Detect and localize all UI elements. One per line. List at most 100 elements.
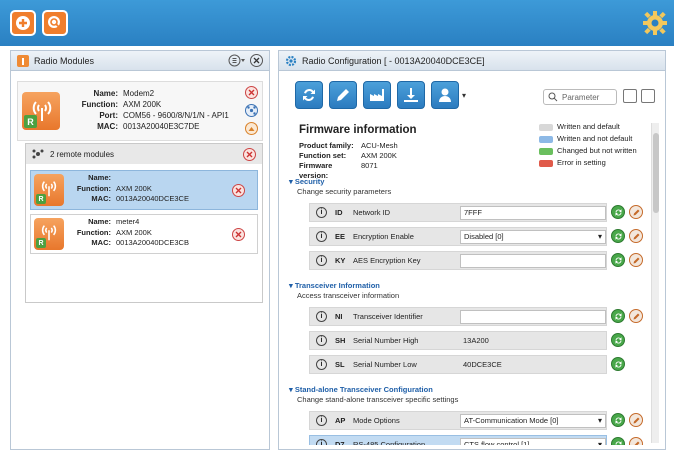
info-icon[interactable]: i	[316, 231, 327, 242]
remove-remote-button[interactable]	[232, 184, 245, 197]
local-module-card[interactable]: R Name: Modem2 Function: AXM 200K Port: COM…	[17, 81, 263, 141]
profile-dropdown-caret[interactable]: ▾	[462, 91, 466, 100]
remote-modules-group: 2 remote modules R Name: Function: AXM 20…	[25, 143, 263, 303]
info-icon[interactable]: i	[316, 359, 327, 370]
remote-module-fields: Name: meter4 Function: AXM 200K MAC: 0013A2…	[65, 217, 189, 249]
read-param-button[interactable]	[611, 413, 625, 427]
remove-remote-button[interactable]	[232, 228, 245, 241]
param-value: 13A200	[463, 336, 489, 345]
default-button[interactable]	[363, 81, 391, 109]
function-label: Function:	[76, 227, 111, 237]
param-row-ap[interactable]: i AP Mode Options AT-Communication Mode [0]	[309, 411, 607, 430]
param-label: Encryption Enable	[353, 232, 414, 241]
pencil-icon	[633, 417, 639, 423]
profile-button[interactable]	[431, 81, 459, 109]
param-row-sh[interactable]: i SH Serial Number High 13A200	[309, 331, 607, 350]
param-select[interactable]: CTS flow control [1]	[460, 437, 606, 445]
discover-modules-button[interactable]	[42, 10, 68, 36]
section-title[interactable]: ▾ Transceiver Information	[289, 281, 380, 290]
remove-module-button[interactable]	[245, 86, 258, 99]
param-label: Mode Options	[353, 416, 400, 425]
param-row-d7[interactable]: i D7 RS-485 Configuration CTS flow control …	[309, 435, 607, 445]
module-name: meter4	[116, 217, 140, 226]
close-all-button[interactable]	[250, 54, 263, 67]
collapse-all-button[interactable]	[641, 89, 655, 103]
write-param-button[interactable]	[629, 253, 643, 267]
write-param-button[interactable]	[629, 229, 643, 243]
section-title[interactable]: ▾ Stand-alone Transceiver Configuration	[289, 385, 433, 394]
read-param-button[interactable]	[611, 205, 625, 219]
radio-modules-header: Radio Modules	[11, 51, 269, 71]
write-param-button[interactable]	[629, 309, 643, 323]
expand-all-button[interactable]	[623, 89, 637, 103]
section-title[interactable]: ▾ Security	[289, 177, 324, 186]
read-param-button[interactable]	[611, 253, 625, 267]
param-input[interactable]	[460, 253, 606, 268]
gear-icon[interactable]	[642, 10, 668, 36]
param-code: KY	[335, 256, 346, 265]
param-row-ee[interactable]: i EE Encryption Enable Disabled [0]	[309, 227, 607, 246]
param-select[interactable]: AT-Communication Mode [0]	[460, 413, 606, 428]
network-icon	[247, 106, 256, 115]
param-row-id[interactable]: i ID Network ID 7FFF	[309, 203, 607, 222]
module-function: AXM 200K	[123, 100, 162, 109]
local-module-fields: Name: Modem2 Function: AXM 200K Port: COM56…	[68, 88, 229, 132]
close-icon	[235, 231, 242, 238]
write-param-button[interactable]	[629, 413, 643, 427]
write-button[interactable]	[329, 81, 357, 109]
info-icon[interactable]: i	[316, 311, 327, 322]
section-subtitle: Change security parameters	[297, 187, 392, 196]
param-input[interactable]: 7FFF	[460, 205, 606, 220]
module-mac: 0013A20040E3C7DE	[123, 122, 200, 131]
product-family-label: Product family:	[299, 141, 354, 150]
router-badge: R	[36, 194, 46, 204]
param-input[interactable]	[460, 309, 606, 324]
info-icon[interactable]: i	[316, 335, 327, 346]
write-param-button[interactable]	[629, 205, 643, 219]
read-param-button[interactable]	[611, 357, 625, 371]
param-row-ky[interactable]: i KY AES Encryption Key	[309, 251, 607, 270]
param-code: SH	[335, 336, 346, 345]
param-code: AP	[335, 416, 346, 425]
refresh-icon	[615, 256, 621, 264]
plus-icon	[16, 16, 30, 30]
info-icon[interactable]: i	[316, 415, 327, 426]
param-row-sl[interactable]: i SL Serial Number Low 40DCE3CE	[309, 355, 607, 374]
download-icon	[404, 88, 418, 102]
info-icon[interactable]: i	[316, 207, 327, 218]
collapse-remote-button[interactable]	[245, 122, 258, 135]
read-param-button[interactable]	[611, 309, 625, 323]
top-toolbar	[0, 0, 674, 46]
param-actions	[611, 437, 643, 445]
discover-remote-button[interactable]	[245, 104, 258, 117]
param-label: Network ID	[353, 208, 391, 217]
sort-icon[interactable]	[228, 54, 246, 67]
function-set-label: Function set:	[299, 151, 347, 160]
mac-label: MAC:	[91, 194, 111, 203]
legend-item: Error in setting	[539, 157, 637, 169]
remote-module-item[interactable]: R Name: Function: AXM 200K MAC: 0013A20040…	[30, 170, 258, 210]
update-firmware-button[interactable]	[397, 81, 425, 109]
param-actions	[611, 333, 625, 347]
read-param-button[interactable]	[611, 437, 625, 445]
legend-swatch	[539, 147, 553, 155]
param-row-ni[interactable]: i NI Transceiver Identifier	[309, 307, 607, 326]
radio-module-icon: R	[34, 174, 64, 206]
pencil-icon	[633, 441, 639, 445]
param-select[interactable]: Disabled [0]	[460, 229, 606, 244]
refresh-icon	[615, 232, 621, 240]
parameter-search[interactable]: Parameter	[543, 89, 617, 105]
info-icon[interactable]: i	[316, 255, 327, 266]
radio-modules-panel: Radio Modules R Name: Modem2 Function: AXM…	[10, 50, 270, 450]
remote-module-item[interactable]: R Name: meter4 Function: AXM 200K MAC: 0013…	[30, 214, 258, 254]
add-module-button[interactable]	[10, 10, 36, 36]
close-remote-button[interactable]	[243, 147, 256, 161]
read-button[interactable]	[295, 81, 323, 109]
read-param-button[interactable]	[611, 229, 625, 243]
info-icon[interactable]: i	[316, 439, 327, 445]
radio-module-icon: R	[22, 92, 60, 130]
write-param-button[interactable]	[629, 437, 643, 445]
read-param-button[interactable]	[611, 333, 625, 347]
config-toolbar: ▾	[295, 81, 466, 109]
pencil-icon	[633, 257, 639, 263]
